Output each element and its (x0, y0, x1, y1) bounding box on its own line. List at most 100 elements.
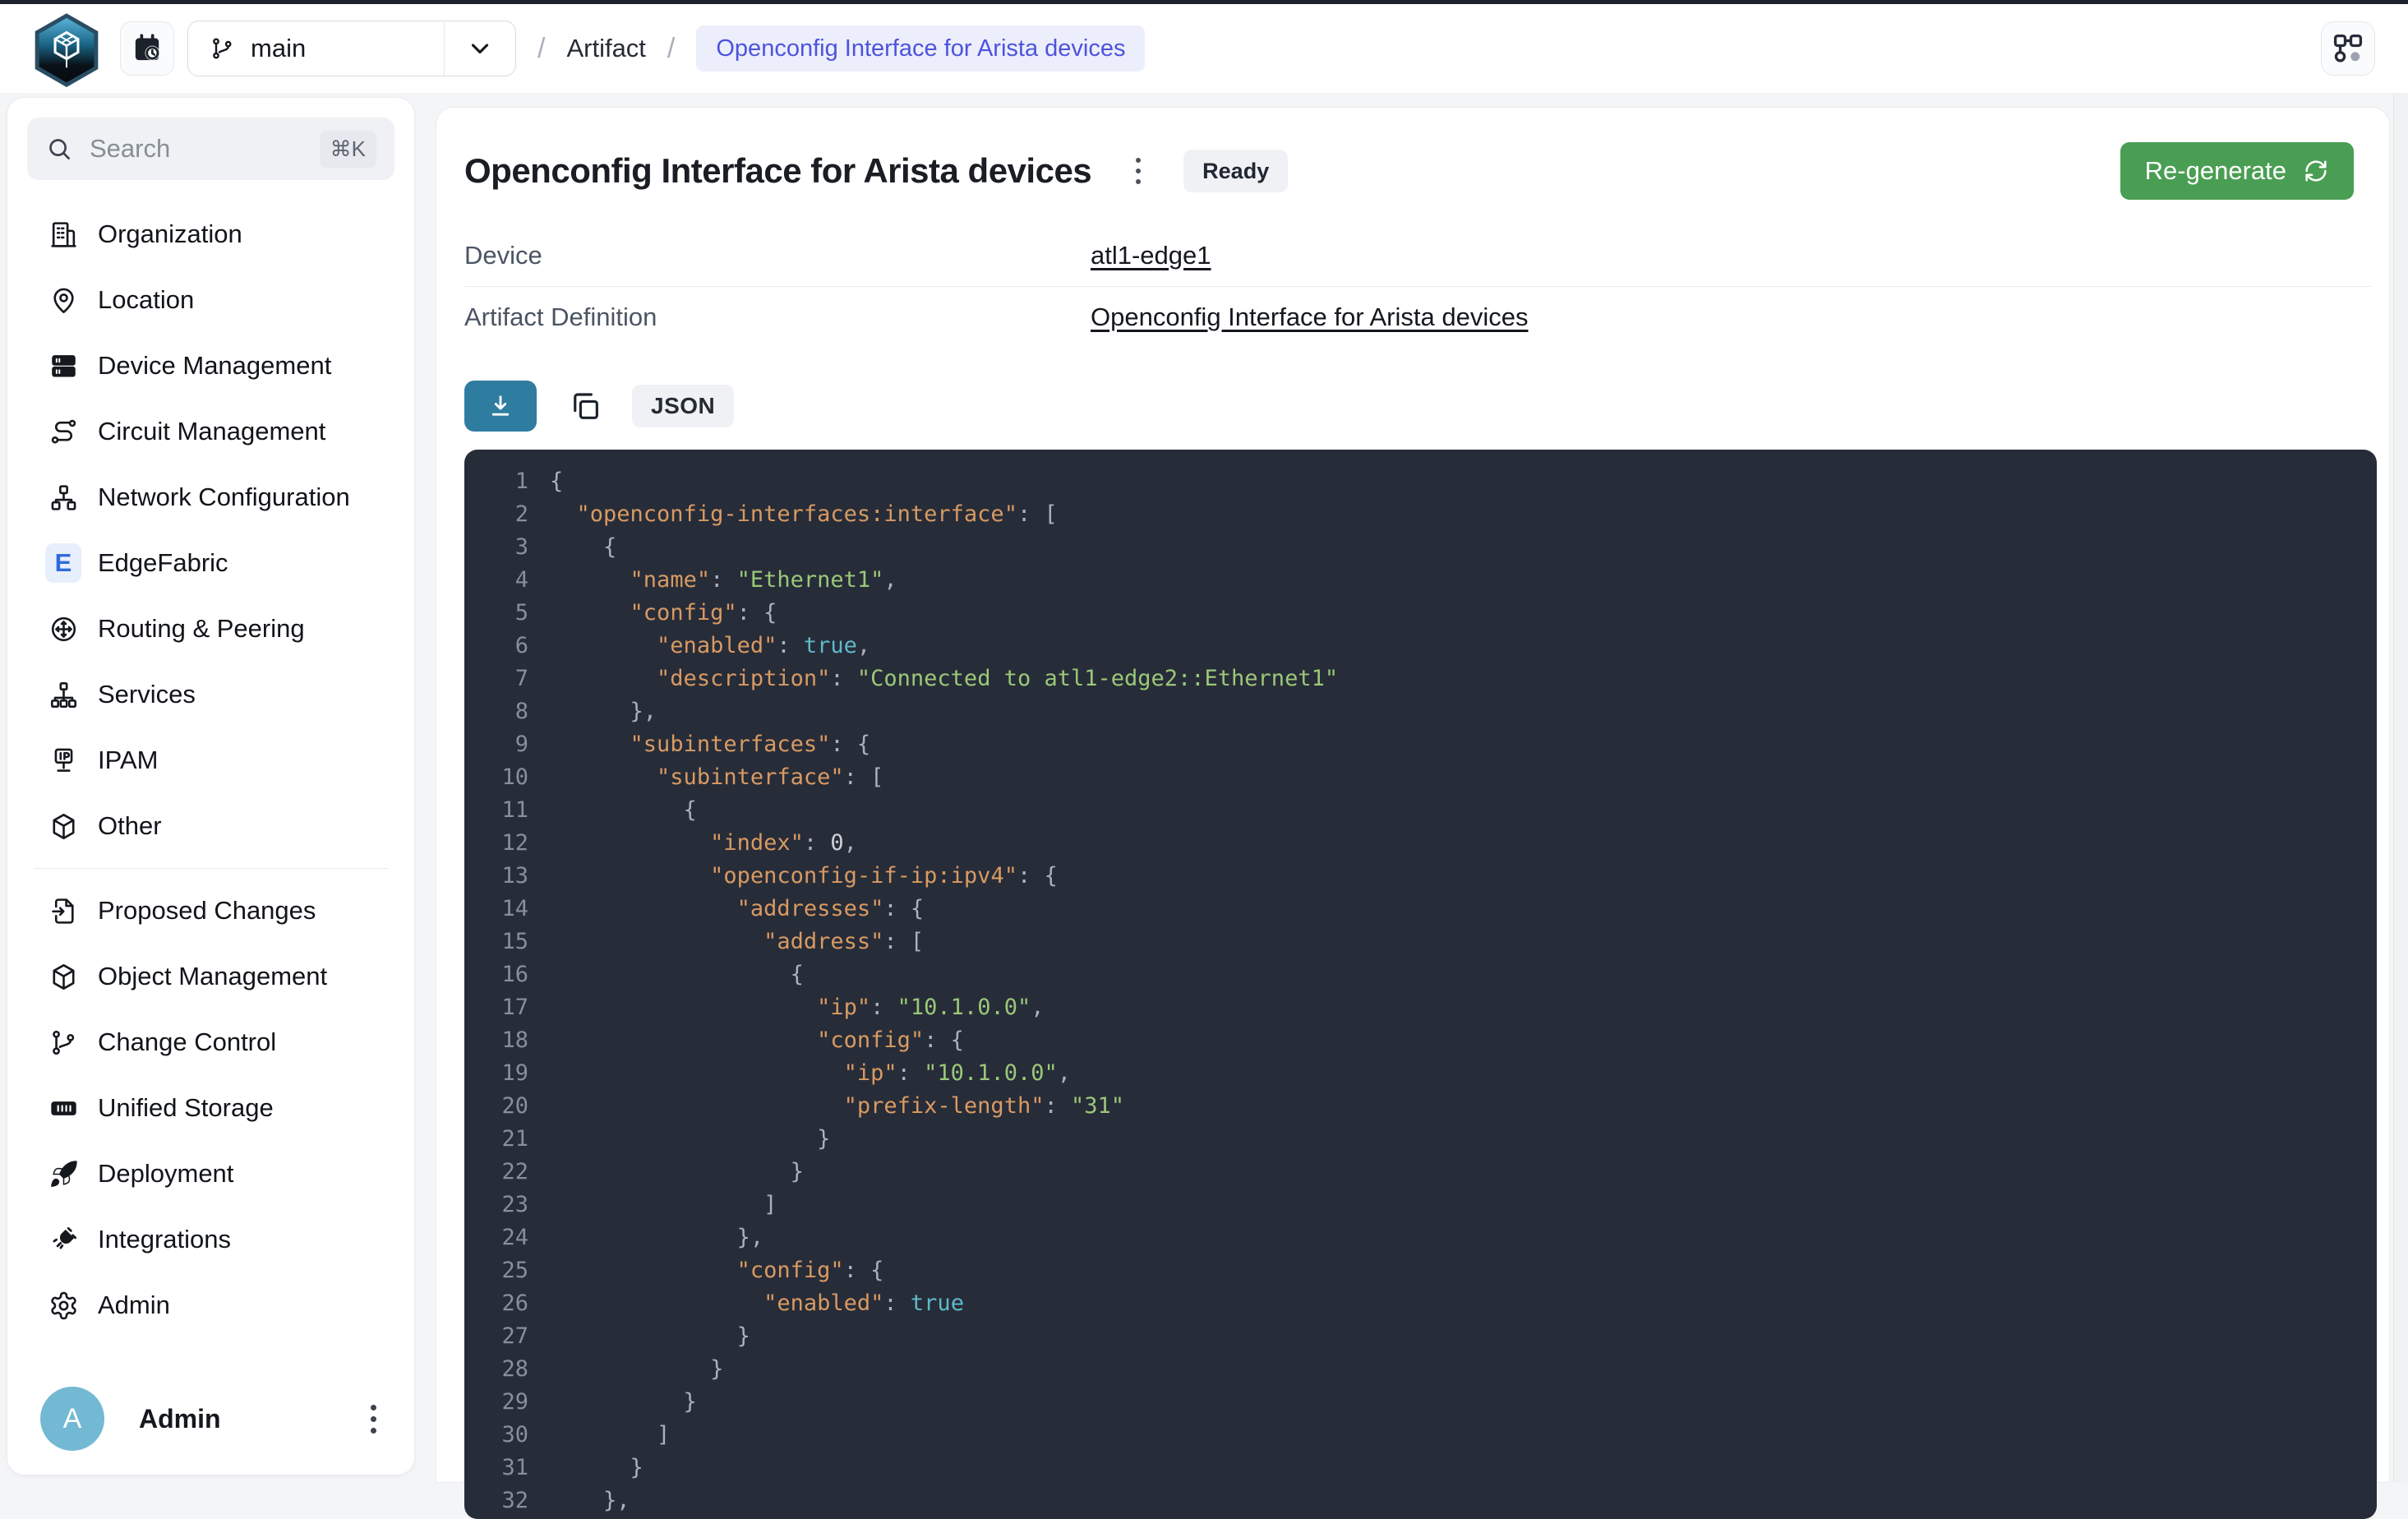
sidebar-item-label: Change Control (98, 1027, 276, 1057)
sidebar-item-location[interactable]: Location (27, 267, 394, 333)
code-line: 6 "enabled": true, (464, 629, 2377, 662)
breadcrumb-section[interactable]: Artifact (566, 34, 645, 63)
branch-selector[interactable]: main (187, 21, 516, 76)
line-number: 17 (486, 995, 528, 1020)
workflow-icon (2331, 31, 2365, 66)
sidebar-item-label: Location (98, 285, 194, 315)
line-number: 9 (486, 732, 528, 757)
sidebar-item-services[interactable]: Services (27, 662, 394, 727)
cube-icon (45, 808, 81, 844)
code-text: } (550, 1356, 723, 1382)
sidebar-item-label: Organization (98, 219, 242, 249)
code-line: 3 { (464, 530, 2377, 563)
line-number: 11 (486, 797, 528, 823)
code-text: ] (550, 1192, 777, 1217)
sidebar-item-unified-storage[interactable]: Unified Storage (27, 1075, 394, 1141)
sidebar-item-label: EdgeFabric (98, 548, 228, 578)
code-line: 22 } (464, 1155, 2377, 1188)
sidebar-item-device-management[interactable]: Device Management (27, 333, 394, 399)
code-viewer[interactable]: 1{2 "openconfig-interfaces:interface": [… (464, 450, 2377, 1519)
download-button[interactable] (464, 381, 537, 432)
line-number: 23 (486, 1192, 528, 1217)
schedule-button[interactable] (120, 21, 174, 76)
user-menu[interactable]: A Admin (34, 1384, 388, 1453)
code-line: 29 } (464, 1385, 2377, 1418)
line-number: 27 (486, 1323, 528, 1349)
branch-current[interactable]: main (188, 34, 444, 63)
sidebar-item-edgefabric[interactable]: EEdgeFabric (27, 530, 394, 596)
code-line: 8 }, (464, 695, 2377, 727)
sidebar-item-routing-peering[interactable]: Routing & Peering (27, 596, 394, 662)
title-kebab-menu[interactable] (1124, 150, 1152, 192)
route-icon (45, 413, 81, 450)
sidebar-item-organization[interactable]: Organization (27, 201, 394, 267)
sidebar-item-label: Routing & Peering (98, 614, 305, 644)
copy-button[interactable] (563, 384, 607, 428)
line-number: 3 (486, 534, 528, 560)
sidebar-item-label: Deployment (98, 1159, 233, 1189)
sidebar-item-circuit-management[interactable]: Circuit Management (27, 399, 394, 464)
code-text: } (550, 1126, 830, 1152)
sidebar-item-integrations[interactable]: Integrations (27, 1207, 394, 1272)
copy-icon (568, 389, 602, 423)
page-scrollbar[interactable] (2393, 93, 2408, 1483)
refresh-icon (2303, 158, 2329, 184)
code-text: "ip": "10.1.0.0", (550, 995, 1044, 1020)
user-kebab-menu[interactable] (359, 1397, 388, 1442)
line-number: 32 (486, 1488, 528, 1513)
line-number: 14 (486, 896, 528, 921)
breadcrumb-current[interactable]: Openconfig Interface for Arista devices (696, 25, 1145, 72)
sidebar-item-network-configuration[interactable]: Network Configuration (27, 464, 394, 530)
code-line: 15 "address": [ (464, 925, 2377, 958)
code-text: { (550, 797, 697, 823)
sidebar-item-proposed-changes[interactable]: Proposed Changes (27, 878, 394, 944)
code-text: { (550, 469, 563, 494)
calendar-clock-icon (131, 32, 164, 65)
app-logo-icon[interactable] (33, 13, 100, 84)
sidebar-item-other[interactable]: Other (27, 793, 394, 859)
sidebar-nav: Organization Location Device Management Cir… (27, 201, 394, 1338)
regenerate-button[interactable]: Re-generate (2120, 142, 2354, 200)
sidebar-item-deployment[interactable]: Deployment (27, 1141, 394, 1207)
code-line: 24 }, (464, 1221, 2377, 1254)
sidebar-item-change-control[interactable]: Change Control (27, 1009, 394, 1075)
code-text: "openconfig-interfaces:interface": [ (550, 501, 1058, 527)
content-header: Openconfig Interface for Arista devices … (464, 142, 2372, 200)
sidebar-item-label: Other (98, 811, 162, 841)
code-line: 4 "name": "Ethernet1", (464, 563, 2377, 596)
code-text: "config": { (550, 600, 777, 626)
sidebar-item-admin[interactable]: Admin (27, 1272, 394, 1338)
plug-icon (45, 1221, 81, 1258)
search-placeholder: Search (90, 134, 303, 164)
sidebar-item-label: Object Management (98, 962, 327, 991)
line-number: 30 (486, 1422, 528, 1447)
code-text: ] (550, 1422, 670, 1447)
code-line: 2 "openconfig-interfaces:interface": [ (464, 497, 2377, 530)
code-line: 26 "enabled": true (464, 1286, 2377, 1319)
storage-icon (45, 1090, 81, 1126)
code-text: "enabled": true (550, 1290, 964, 1316)
sidebar-item-label: IPAM (98, 746, 159, 775)
code-text: "address": [ (550, 929, 924, 954)
code-line: 20 "prefix-length": "31" (464, 1089, 2377, 1122)
sidebar: Search ⌘K Organization Location Device Man… (7, 97, 415, 1475)
search-input[interactable]: Search ⌘K (27, 118, 394, 180)
line-number: 26 (486, 1290, 528, 1316)
code-line: 1{ (464, 464, 2377, 497)
sidebar-divider (34, 868, 388, 869)
server-icon (45, 348, 81, 384)
sidebar-item-object-management[interactable]: Object Management (27, 944, 394, 1009)
line-number: 6 (486, 633, 528, 658)
page-title: Openconfig Interface for Arista devices (464, 151, 1091, 191)
sidebar-item-ipam[interactable]: IPAM (27, 727, 394, 793)
branch-dropdown-toggle[interactable] (445, 35, 515, 62)
device-link[interactable]: atl1-edge1 (1091, 241, 1211, 270)
sidebar-item-label: Device Management (98, 351, 331, 381)
code-line: 10 "subinterface": [ (464, 760, 2377, 793)
code-line: 32 }, (464, 1484, 2377, 1517)
code-line: 12 "index": 0, (464, 826, 2377, 859)
avatar: A (40, 1387, 104, 1451)
code-text: } (550, 1389, 697, 1415)
artifact-definition-link[interactable]: Openconfig Interface for Arista devices (1091, 302, 1528, 332)
workflow-view-button[interactable] (2321, 21, 2375, 76)
